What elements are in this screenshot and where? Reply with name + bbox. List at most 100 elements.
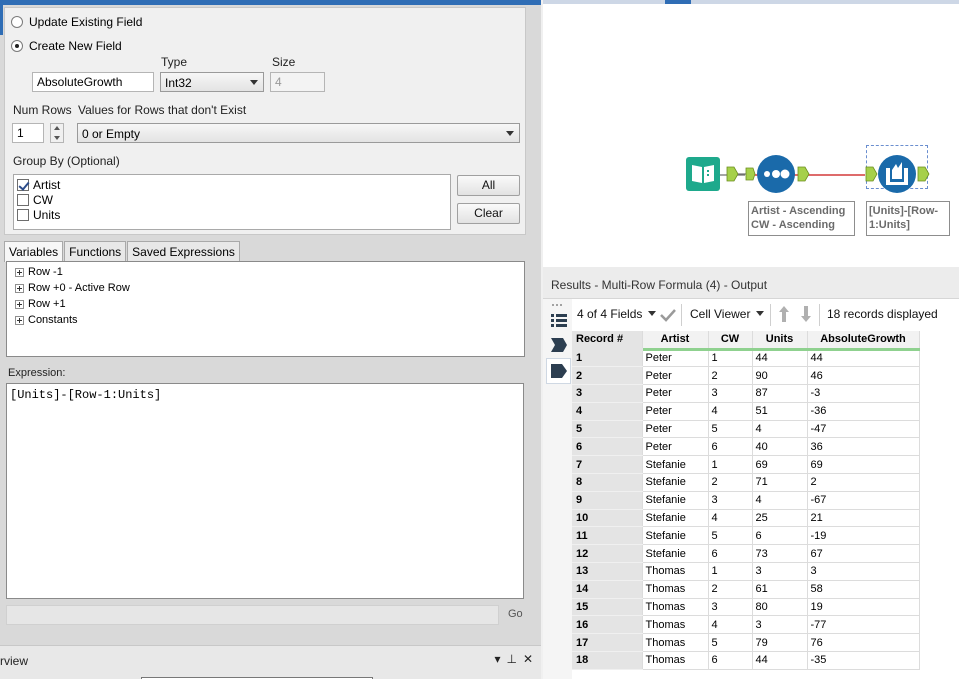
formula-output-anchor[interactable]: [917, 166, 931, 182]
table-row[interactable]: 11 Stefanie 5 6 -19: [572, 526, 920, 546]
table-cell[interactable]: 61: [752, 580, 808, 599]
table-cell[interactable]: Thomas: [642, 615, 709, 635]
table-cell[interactable]: Stefanie: [642, 544, 709, 564]
record-number-cell[interactable]: 4: [572, 402, 643, 421]
chevron-down-icon[interactable]: [648, 311, 656, 316]
expand-plus-icon[interactable]: [15, 299, 24, 309]
values-rows-select[interactable]: 0 or Empty: [77, 123, 520, 143]
anchor-tab-selected[interactable]: [546, 358, 571, 384]
table-row[interactable]: 6 Peter 6 40 36: [572, 437, 920, 457]
table-cell[interactable]: 21: [807, 509, 920, 528]
table-cell[interactable]: 51: [752, 402, 808, 421]
record-number-cell[interactable]: 3: [572, 384, 643, 403]
table-row[interactable]: 9 Stefanie 3 4 -67: [572, 491, 920, 510]
table-cell[interactable]: Stefanie: [642, 509, 709, 528]
record-number-cell[interactable]: 6: [572, 437, 643, 457]
table-cell[interactable]: 4: [708, 509, 753, 528]
update-existing-radio[interactable]: Update Existing Field: [11, 15, 142, 29]
table-cell[interactable]: 4: [752, 420, 808, 439]
expression-status-bar[interactable]: [6, 605, 499, 625]
sort-output-anchor[interactable]: [797, 166, 811, 182]
table-cell[interactable]: Thomas: [642, 651, 709, 670]
checkmark-icon[interactable]: [660, 308, 676, 322]
table-cell[interactable]: 5: [708, 633, 753, 653]
record-number-cell[interactable]: 18: [572, 651, 643, 670]
table-cell[interactable]: 25: [752, 509, 808, 528]
table-cell[interactable]: 1: [708, 349, 753, 368]
table-cell[interactable]: 19: [807, 598, 920, 617]
table-row[interactable]: 13 Thomas 1 3 3: [572, 562, 920, 581]
table-cell[interactable]: Thomas: [642, 633, 709, 653]
table-cell[interactable]: 44: [752, 651, 808, 670]
table-cell[interactable]: Thomas: [642, 598, 709, 617]
table-cell[interactable]: 40: [752, 437, 808, 457]
expand-plus-icon[interactable]: [15, 267, 24, 277]
table-cell[interactable]: 76: [807, 633, 920, 653]
table-cell[interactable]: 4: [708, 402, 753, 421]
table-cell[interactable]: Stefanie: [642, 526, 709, 546]
table-row[interactable]: 16 Thomas 4 3 -77: [572, 615, 920, 635]
table-cell[interactable]: 5: [708, 420, 753, 439]
table-cell[interactable]: 2: [708, 580, 753, 599]
column-header-absolutegrowth[interactable]: AbsoluteGrowth: [807, 331, 920, 351]
tree-item-row-minus-1[interactable]: Row -1: [15, 266, 63, 278]
table-row[interactable]: 18 Thomas 6 44 -35: [572, 651, 920, 670]
table-cell[interactable]: Peter: [642, 402, 709, 421]
field-name-input[interactable]: [32, 72, 154, 92]
record-number-cell[interactable]: 9: [572, 491, 643, 510]
anchor-output-icon[interactable]: [551, 337, 567, 353]
table-cell[interactable]: -77: [807, 615, 920, 635]
table-row[interactable]: 1 Peter 1 44 44: [572, 349, 920, 368]
create-new-radio[interactable]: Create New Field: [11, 39, 122, 53]
table-cell[interactable]: -3: [807, 384, 920, 403]
cell-viewer-selector[interactable]: Cell Viewer: [690, 307, 750, 321]
table-cell[interactable]: 87: [752, 384, 808, 403]
table-cell[interactable]: 6: [752, 526, 808, 546]
table-cell[interactable]: 1: [708, 455, 753, 475]
group-by-item-artist[interactable]: Artist: [17, 178, 60, 192]
record-number-cell[interactable]: 16: [572, 615, 643, 635]
arrow-up-icon[interactable]: [778, 305, 790, 323]
table-cell[interactable]: -19: [807, 526, 920, 546]
record-number-cell[interactable]: 13: [572, 562, 643, 581]
table-cell[interactable]: 2: [708, 366, 753, 386]
table-row[interactable]: 4 Peter 4 51 -36: [572, 402, 920, 421]
table-cell[interactable]: 44: [752, 349, 808, 368]
table-cell[interactable]: 3: [752, 615, 808, 635]
table-cell[interactable]: Stefanie: [642, 473, 709, 492]
table-row[interactable]: 3 Peter 3 87 -3: [572, 384, 920, 403]
tab-functions[interactable]: Functions: [64, 241, 127, 261]
table-cell[interactable]: 1: [708, 562, 753, 581]
table-cell[interactable]: Peter: [642, 366, 709, 386]
tree-item-constants[interactable]: Constants: [15, 314, 78, 326]
table-cell[interactable]: 69: [752, 455, 808, 475]
table-cell[interactable]: 90: [752, 366, 808, 386]
expand-plus-icon[interactable]: [15, 315, 24, 325]
record-number-cell[interactable]: 2: [572, 366, 643, 386]
list-view-icon[interactable]: [551, 312, 567, 328]
size-input[interactable]: [270, 72, 325, 92]
table-cell[interactable]: 3: [708, 384, 753, 403]
table-cell[interactable]: -67: [807, 491, 920, 510]
record-number-cell[interactable]: 10: [572, 509, 643, 528]
record-number-cell[interactable]: 17: [572, 633, 643, 653]
group-by-item-units[interactable]: Units: [17, 208, 60, 222]
record-number-cell[interactable]: 8: [572, 473, 643, 492]
table-cell[interactable]: 58: [807, 580, 920, 599]
input-data-tool[interactable]: [685, 156, 725, 192]
column-header-cw[interactable]: CW: [708, 331, 753, 351]
table-row[interactable]: 14 Thomas 2 61 58: [572, 580, 920, 599]
record-number-cell[interactable]: 5: [572, 420, 643, 439]
table-cell[interactable]: 4: [708, 615, 753, 635]
table-cell[interactable]: Thomas: [642, 580, 709, 599]
table-cell[interactable]: -47: [807, 420, 920, 439]
sort-tool[interactable]: [756, 154, 798, 194]
go-button[interactable]: Go: [508, 608, 523, 620]
table-cell[interactable]: 5: [708, 526, 753, 546]
record-number-cell[interactable]: 11: [572, 526, 643, 546]
table-cell[interactable]: Stefanie: [642, 455, 709, 475]
table-cell[interactable]: -35: [807, 651, 920, 670]
table-cell[interactable]: 44: [807, 349, 920, 368]
table-cell[interactable]: Thomas: [642, 562, 709, 581]
table-row[interactable]: 2 Peter 2 90 46: [572, 366, 920, 386]
